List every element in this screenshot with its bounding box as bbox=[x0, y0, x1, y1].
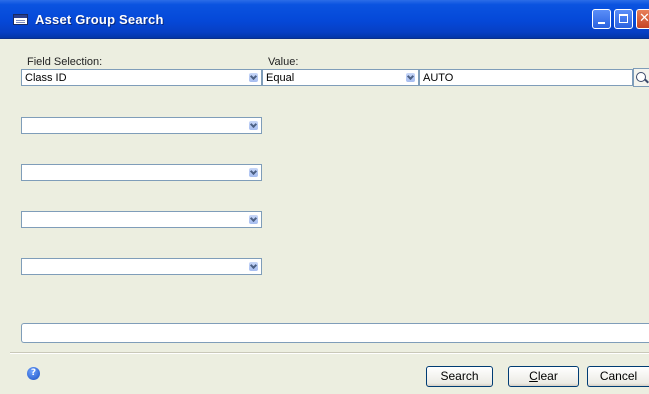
maximize-button[interactable] bbox=[614, 9, 633, 29]
field-selection-value: Class ID bbox=[25, 72, 67, 84]
minimize-icon bbox=[598, 22, 605, 24]
close-icon: ✕ bbox=[639, 11, 649, 26]
field-selection-dropdown-4[interactable] bbox=[21, 211, 262, 228]
chevron-down-icon[interactable] bbox=[246, 165, 261, 180]
operator-dropdown-1[interactable]: Equal bbox=[262, 69, 419, 86]
chevron-down-icon[interactable] bbox=[246, 118, 261, 133]
chevron-down-icon[interactable] bbox=[403, 70, 418, 85]
search-button[interactable]: Search bbox=[426, 366, 493, 387]
field-selection-dropdown-2[interactable] bbox=[21, 117, 262, 134]
chevron-down-icon[interactable] bbox=[246, 70, 261, 85]
value-label: Value: bbox=[268, 56, 299, 68]
title-bar[interactable]: Asset Group Search ✕ bbox=[0, 0, 649, 39]
clear-button-mnemonic: C bbox=[529, 369, 538, 383]
field-selection-dropdown-5[interactable] bbox=[21, 258, 262, 275]
search-button-label: Search bbox=[440, 369, 479, 383]
close-button[interactable]: ✕ bbox=[636, 9, 649, 29]
cancel-button[interactable]: Cancel bbox=[587, 366, 649, 387]
window-app-icon bbox=[13, 14, 28, 25]
clear-button-label: lear bbox=[537, 369, 558, 383]
help-icon[interactable]: ? bbox=[27, 367, 40, 380]
clear-button[interactable]: Clear bbox=[508, 366, 579, 387]
value-input-1[interactable]: AUTO bbox=[419, 69, 633, 86]
field-selection-dropdown-1[interactable]: Class ID bbox=[21, 69, 262, 86]
maximize-icon bbox=[619, 14, 628, 23]
chevron-down-icon[interactable] bbox=[246, 259, 261, 274]
operator-value: Equal bbox=[266, 72, 295, 84]
field-selection-label: Field Selection: bbox=[27, 56, 103, 68]
status-field bbox=[21, 323, 649, 343]
field-selection-dropdown-3[interactable] bbox=[21, 164, 262, 181]
lookup-button[interactable] bbox=[633, 68, 649, 87]
window-title: Asset Group Search bbox=[35, 12, 164, 27]
chevron-down-icon[interactable] bbox=[246, 212, 261, 227]
minimize-button[interactable] bbox=[592, 9, 611, 29]
cancel-button-label: Cancel bbox=[599, 369, 638, 383]
value-text: AUTO bbox=[423, 72, 454, 84]
